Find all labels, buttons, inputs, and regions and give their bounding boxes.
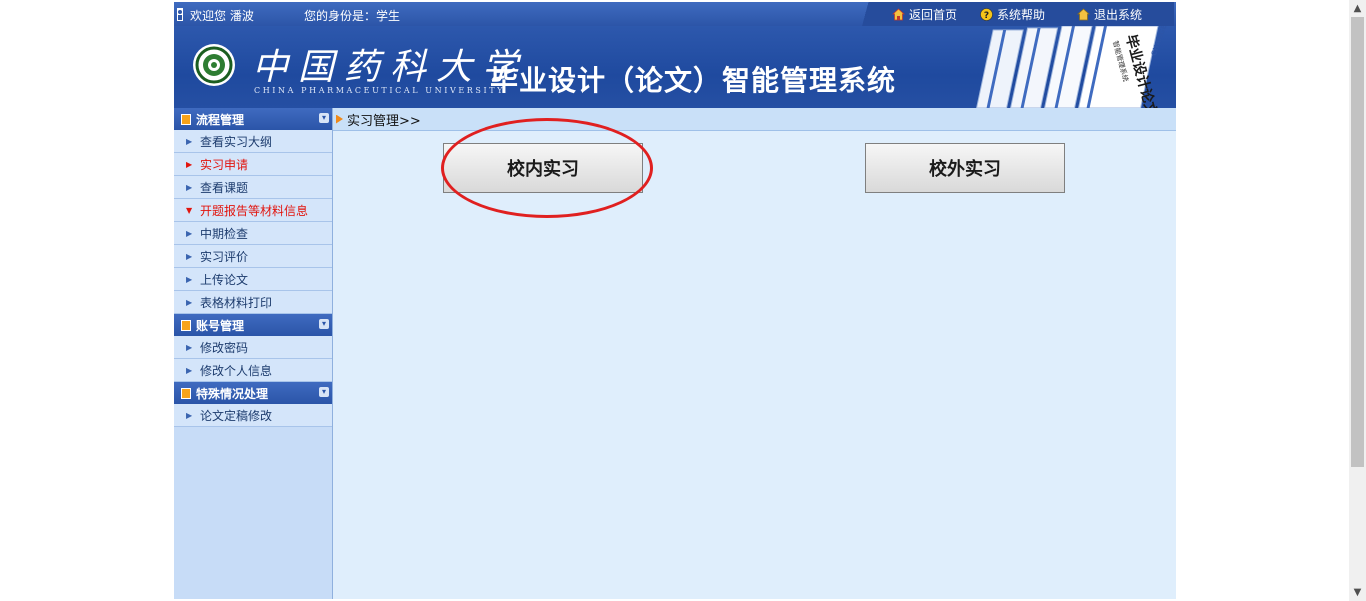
identity-text: 您的身份是：学生: [304, 9, 401, 23]
arrow-icon: ▶: [186, 274, 193, 284]
sidebar-item-label: 查看实习大纲: [200, 134, 273, 149]
folder-icon: [181, 387, 191, 399]
home-link[interactable]: 返回首页: [892, 6, 957, 23]
arrow-icon: ▶: [186, 251, 193, 261]
arrow-icon: ▶: [186, 410, 193, 420]
sidebar-item-label: 查看课题: [200, 180, 249, 195]
sidebar-item-midterm-check[interactable]: ▶ 中期检查: [174, 222, 332, 245]
arrow-icon: ▶: [186, 182, 193, 192]
exit-home-icon: [1077, 8, 1090, 21]
sidebar-item-edit-profile[interactable]: ▶ 修改个人信息: [174, 359, 332, 382]
external-internship-button[interactable]: 校外实习: [865, 143, 1065, 193]
breadcrumb-arrow-icon: [336, 114, 343, 124]
banner: 中国药科大学 CHINA PHARMACEUTICAL UNIVERSITY 毕…: [174, 26, 1176, 108]
sidebar-item-label: 中期检查: [200, 226, 249, 241]
sidebar-group-process[interactable]: 流程管理 ▾: [174, 108, 332, 130]
sidebar-item-print-forms[interactable]: ▶ 表格材料打印: [174, 291, 332, 314]
sidebar-group-title: 特殊情况处理: [196, 386, 269, 401]
sidebar-item-label: 论文定稿修改: [200, 408, 273, 423]
app-frame: 欢迎您 潘波 您的身份是：学生 返回首页 ? 系统帮助 退出系统 中国药科大学 …: [174, 2, 1176, 599]
home-icon: [892, 8, 905, 21]
breadcrumb: 实习管理>>: [333, 108, 1176, 131]
thesis-books-illustration: 毕业设计论文 智能管理系统 CHANGE: [975, 26, 1169, 108]
sidebar-item-label: 实习评价: [200, 249, 249, 264]
sidebar-item-label: 修改密码: [200, 340, 249, 355]
user-icon: [177, 8, 183, 21]
sidebar-item-label: 上传论文: [200, 272, 249, 287]
sidebar-group-title: 流程管理: [196, 112, 245, 127]
exit-link-label: 退出系统: [1094, 8, 1143, 22]
home-link-label: 返回首页: [909, 8, 958, 22]
help-link[interactable]: ? 系统帮助: [980, 6, 1045, 23]
arrow-icon: ▶: [186, 228, 193, 238]
sidebar-item-final-thesis-edit[interactable]: ▶ 论文定稿修改: [174, 404, 332, 427]
exit-link[interactable]: 退出系统: [1077, 6, 1142, 23]
sidebar-item-internship-apply[interactable]: ▶ 实习申请: [174, 153, 332, 176]
sidebar-item-label: 实习申请: [200, 157, 249, 172]
folder-icon: [181, 319, 191, 331]
university-seal-icon: [193, 44, 235, 86]
sidebar-item-label: 表格材料打印: [200, 295, 273, 310]
sidebar-item-internship-evaluation[interactable]: ▶ 实习评价: [174, 245, 332, 268]
scroll-up-icon[interactable]: ▲: [1349, 0, 1366, 17]
svg-text:?: ?: [984, 11, 989, 21]
university-name-en: CHINA PHARMACEUTICAL UNIVERSITY: [254, 86, 506, 95]
help-link-label: 系统帮助: [997, 8, 1046, 22]
internal-internship-button[interactable]: 校内实习: [443, 143, 643, 193]
arrow-icon: ▶: [186, 365, 193, 375]
arrow-icon: ▶: [186, 297, 193, 307]
welcome-text: 欢迎您 潘波: [190, 9, 254, 23]
main-content: 实习管理>> 校内实习 校外实习: [333, 108, 1176, 599]
help-icon: ?: [980, 8, 993, 21]
sidebar-item-upload-thesis[interactable]: ▶ 上传论文: [174, 268, 332, 291]
collapse-icon[interactable]: ▾: [319, 319, 329, 329]
sidebar-item-proposal-materials[interactable]: ▼ 开题报告等材料信息: [174, 199, 332, 222]
arrow-icon: ▶: [186, 136, 193, 146]
arrow-down-icon: ▼: [186, 205, 193, 215]
sidebar-item-label: 修改个人信息: [200, 363, 273, 378]
vertical-scrollbar[interactable]: ▲ ▼: [1349, 0, 1366, 601]
sidebar-item-view-outline[interactable]: ▶ 查看实习大纲: [174, 130, 332, 153]
sidebar: 流程管理 ▾ ▶ 查看实习大纲 ▶ 实习申请 ▶ 查看课题 ▼ 开题报告等材料信息 ▶ 中…: [174, 108, 333, 599]
scrollbar-thumb[interactable]: [1351, 17, 1364, 467]
sidebar-group-special-cases[interactable]: 特殊情况处理 ▾: [174, 382, 332, 404]
sidebar-item-view-topics[interactable]: ▶ 查看课题: [174, 176, 332, 199]
top-bar: 欢迎您 潘波 您的身份是：学生 返回首页 ? 系统帮助 退出系统: [174, 2, 1176, 26]
collapse-icon[interactable]: ▾: [319, 387, 329, 397]
collapse-icon[interactable]: ▾: [319, 113, 329, 123]
sidebar-group-title: 账号管理: [196, 318, 245, 333]
sidebar-item-label: 开题报告等材料信息: [200, 203, 309, 218]
sidebar-group-account[interactable]: 账号管理 ▾: [174, 314, 332, 336]
scroll-down-icon[interactable]: ▼: [1349, 584, 1366, 601]
sidebar-item-change-password[interactable]: ▶ 修改密码: [174, 336, 332, 359]
breadcrumb-text: 实习管理>>: [347, 113, 421, 129]
folder-icon: [181, 113, 191, 125]
arrow-icon: ▶: [186, 342, 193, 352]
system-title: 毕业设计（论文）智能管理系统: [490, 64, 897, 97]
university-name-cn: 中国药科大学: [252, 47, 529, 88]
arrow-icon: ▶: [186, 159, 193, 169]
